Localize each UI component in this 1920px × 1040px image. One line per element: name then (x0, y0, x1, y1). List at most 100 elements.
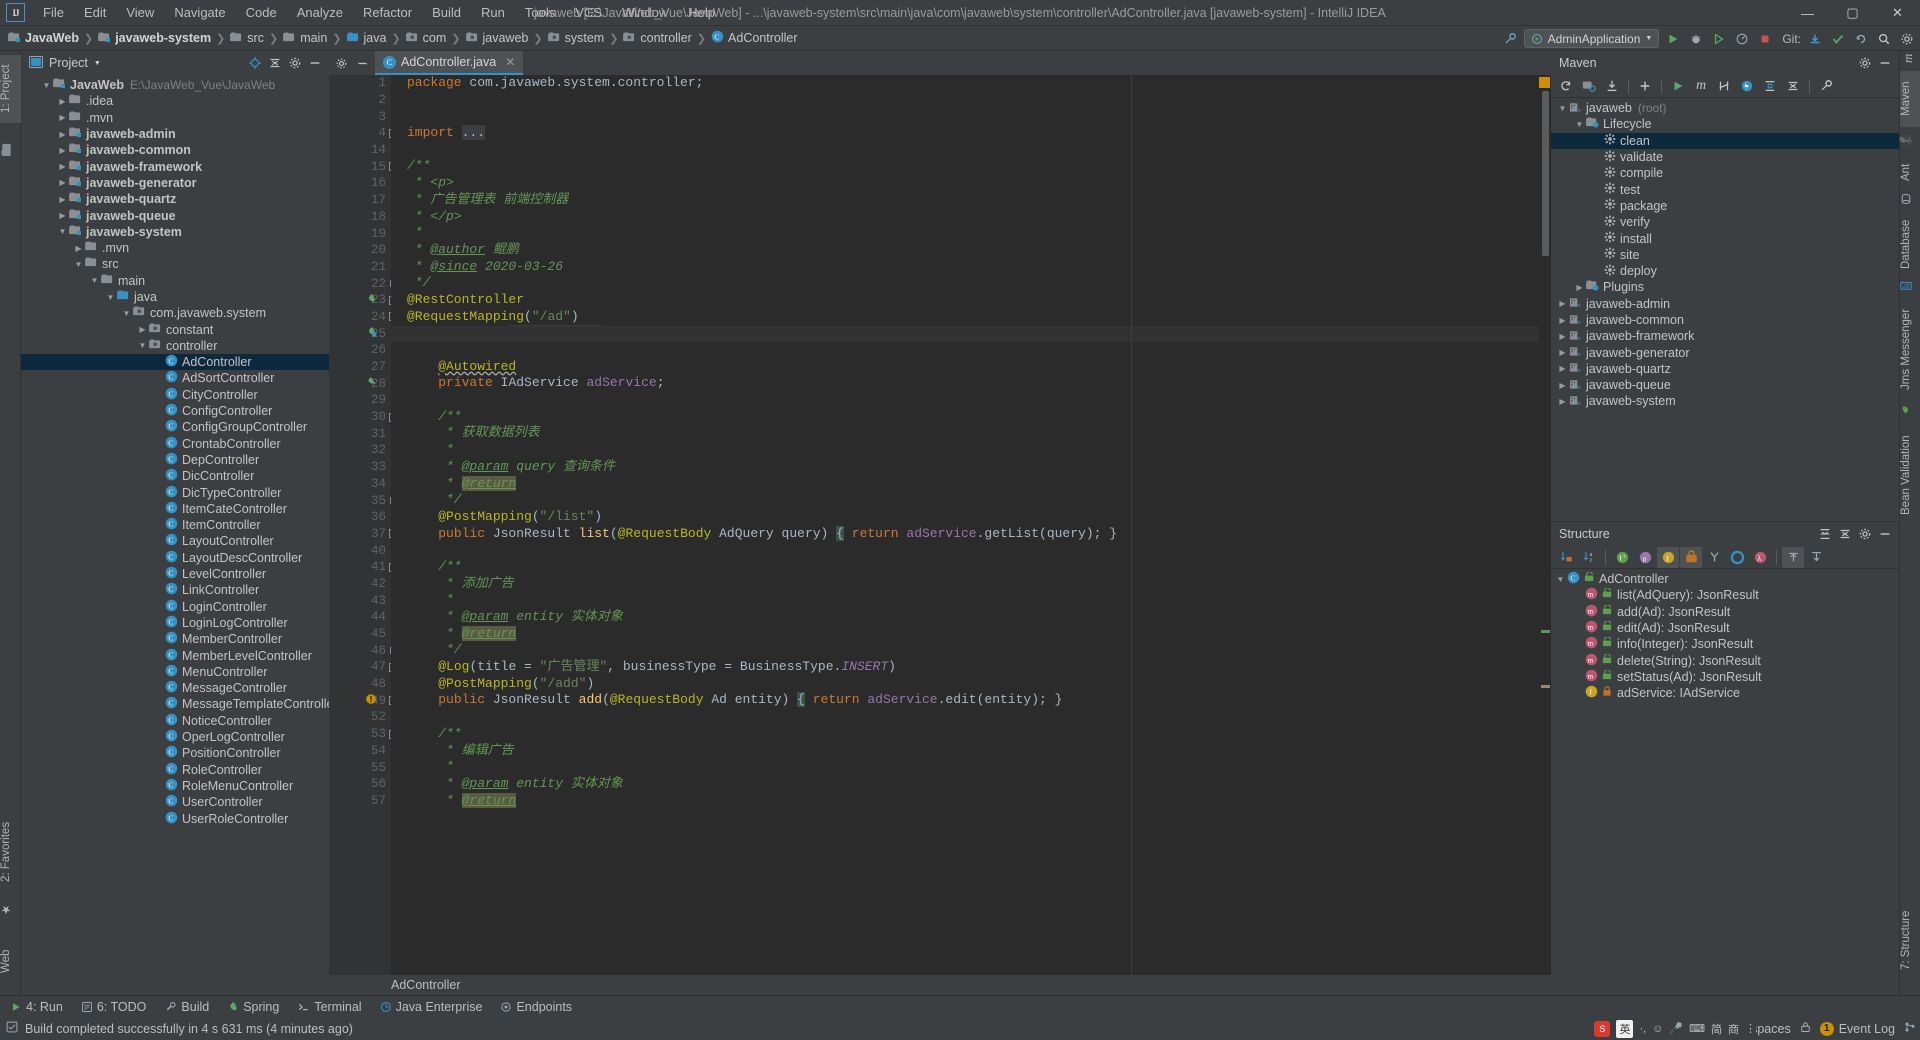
tree-row[interactable]: C CrontabController (21, 436, 329, 452)
tree-row[interactable]: C MessageTemplateController (21, 696, 329, 712)
chevron-right-icon[interactable]: ▶ (57, 130, 68, 139)
add-icon[interactable] (1634, 76, 1656, 97)
tree-row[interactable]: C DicController (21, 468, 329, 484)
tree-row[interactable]: ▼ Lifecycle (1551, 116, 1899, 132)
breadcrumb-item-java[interactable]: java (345, 31, 389, 46)
tree-row[interactable]: C UserRoleController (21, 810, 329, 826)
tree-row[interactable]: ▶ m javaweb-common (1551, 312, 1899, 328)
gutter-line[interactable]: 19 (329, 225, 391, 242)
code-editor[interactable]: package com.javaweb.system.controller; i… (391, 75, 1539, 975)
menu-item-code[interactable]: Code (236, 2, 287, 23)
code-line[interactable]: */ (407, 492, 1539, 509)
menu-item-view[interactable]: View (116, 2, 164, 23)
tree-row[interactable]: package (1551, 198, 1899, 214)
editor-tab-adcontroller[interactable]: C AdController.java ✕ (375, 51, 524, 75)
gutter-line[interactable]: 2 (329, 92, 391, 109)
ime-voice-icon[interactable]: 🎤 (1669, 1022, 1683, 1035)
tree-row[interactable]: ▼ main (21, 273, 329, 289)
chevron-down-icon[interactable]: ▼ (1645, 35, 1652, 42)
chevron-right-icon[interactable]: ▶ (57, 178, 68, 187)
breadcrumb-item-javaweb-system[interactable]: javaweb-system (96, 31, 213, 46)
tree-row[interactable]: C DicTypeController (21, 484, 329, 500)
code-line[interactable]: * <p> (407, 175, 1539, 192)
maven-settings-icon[interactable] (1815, 76, 1837, 97)
ime-mode-label[interactable]: 英 (1616, 1019, 1634, 1038)
tree-row[interactable]: C CityController (21, 387, 329, 403)
bottom-tool-4-run[interactable]: 4: Run (2, 996, 71, 1018)
tree-row[interactable]: C LayoutController (21, 533, 329, 549)
code-line[interactable]: * (407, 592, 1539, 609)
breadcrumb-item-main[interactable]: main (281, 31, 329, 46)
tree-row[interactable]: m delete(String): JsonResult (1551, 652, 1899, 668)
close-button[interactable]: ✕ (1875, 0, 1920, 26)
gutter-line[interactable]: 1 (329, 75, 391, 92)
tree-row[interactable]: clean (1551, 132, 1899, 149)
ime-menu-icon[interactable]: ⋮ (1745, 1022, 1756, 1035)
gutter-line[interactable]: 41− (329, 559, 398, 576)
gutter-line[interactable]: 34 (329, 476, 391, 493)
tree-row[interactable]: ▶ m javaweb-queue (1551, 377, 1899, 393)
chevron-right-icon[interactable]: ▶ (1557, 397, 1568, 406)
gutter-line[interactable]: 55 (329, 759, 391, 776)
sidebar-item-web[interactable]: Web (0, 939, 21, 983)
gear-icon[interactable] (1855, 53, 1875, 73)
sidebar-item-jms-messenger[interactable]: Jms Messenger (1900, 299, 1920, 399)
chevron-down-icon[interactable]: ▼ (94, 60, 101, 67)
maximize-button[interactable]: ▢ (1830, 0, 1875, 26)
read-only-lock-icon[interactable] (1800, 1021, 1811, 1036)
code-line[interactable] (407, 108, 1539, 125)
chevron-right-icon[interactable]: ▶ (1557, 364, 1568, 373)
gear-icon[interactable] (1855, 524, 1875, 544)
breadcrumb-item-javaweb[interactable]: JavaWeb (6, 31, 81, 46)
expand-all-icon[interactable] (1815, 524, 1835, 544)
chevron-right-icon[interactable]: ▶ (1557, 332, 1568, 341)
run-icon[interactable] (1667, 76, 1689, 97)
code-line[interactable]: */ (407, 275, 1539, 292)
menu-item-build[interactable]: Build (422, 2, 471, 23)
tree-row[interactable]: C RoleMenuController (21, 778, 329, 794)
menu-item-run[interactable]: Run (471, 2, 515, 23)
tree-row[interactable]: ▶ m javaweb-system (1551, 393, 1899, 409)
ime-emoji-icon[interactable]: ☺ (1652, 1023, 1663, 1035)
tree-row[interactable]: ▶ javaweb-generator (21, 175, 329, 191)
chevron-right-icon[interactable]: ▶ (1557, 299, 1568, 308)
tree-row[interactable]: m add(Ad): JsonResult (1551, 604, 1899, 620)
gear-icon[interactable] (285, 53, 305, 73)
code-line[interactable]: * @param entity 实体对象 (407, 609, 1539, 626)
gutter-line[interactable]: 25 (329, 325, 391, 342)
menu-item-navigate[interactable]: Navigate (164, 2, 235, 23)
sidebar-item-bean-validation[interactable]: Bean Validation (1900, 423, 1920, 527)
run-icon[interactable] (1663, 29, 1682, 48)
gear-icon[interactable] (331, 51, 352, 75)
group-by-icon[interactable] (1703, 547, 1725, 568)
tree-row[interactable]: C LevelController (21, 566, 329, 582)
chevron-down-icon[interactable]: ▼ (1557, 104, 1568, 113)
code-line[interactable]: * @param query 查询条件 (407, 459, 1539, 476)
menu-item-analyze[interactable]: Analyze (287, 2, 353, 23)
editor-marker-bar[interactable] (1539, 75, 1551, 975)
sidebar-item-favorites[interactable]: 2: Favorites (0, 809, 21, 895)
tree-row[interactable]: m info(Integer): JsonResult (1551, 636, 1899, 652)
collapse-all-icon[interactable] (1782, 76, 1804, 97)
tree-row[interactable]: ▶ javaweb-queue (21, 207, 329, 223)
editor-breadcrumb-label[interactable]: AdController (391, 978, 460, 992)
chevron-right-icon[interactable]: ▶ (137, 325, 148, 334)
sidebar-item-structure[interactable]: 7: Structure (1900, 893, 1920, 987)
tree-row[interactable]: ▼ com.javaweb.system (21, 305, 329, 321)
tree-row[interactable]: C MemberLevelController (21, 647, 329, 663)
chevron-right-icon[interactable]: ▶ (73, 244, 84, 253)
gutter-line[interactable]: 48 (329, 676, 391, 693)
tree-row[interactable]: install (1551, 230, 1899, 246)
code-line[interactable]: /** (407, 726, 1539, 743)
tree-row[interactable]: ▼ src (21, 256, 329, 272)
rollback-icon[interactable] (1851, 29, 1870, 48)
tree-row[interactable]: C LinkController (21, 582, 329, 598)
code-line[interactable]: * @return (407, 625, 1539, 643)
show-fields-icon[interactable]: f (1657, 546, 1679, 568)
gutter-line[interactable]: 22 (329, 275, 396, 292)
code-line[interactable]: * (407, 225, 1539, 242)
vertical-scrollbar-thumb[interactable] (1542, 91, 1549, 256)
gutter-line[interactable]: 28 (329, 375, 391, 392)
show-anonymous-icon[interactable]: λ (1749, 547, 1771, 568)
gutter-line[interactable]: 32 (329, 442, 391, 459)
